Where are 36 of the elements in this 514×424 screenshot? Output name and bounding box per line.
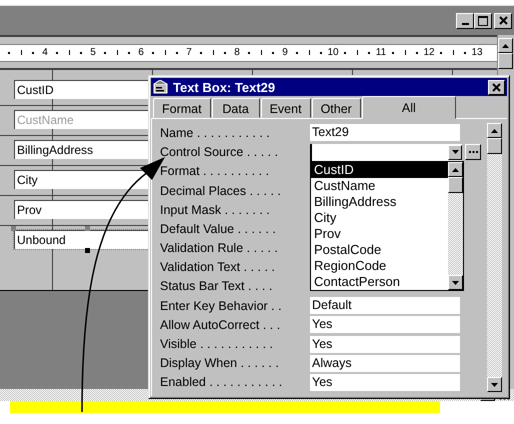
ruler-number: 4 bbox=[41, 47, 49, 58]
property-value[interactable]: Yes bbox=[310, 374, 460, 391]
tab[interactable]: All bbox=[362, 96, 456, 120]
dropdown-option[interactable]: PostalCode bbox=[311, 242, 448, 258]
property-value[interactable]: Yes bbox=[310, 336, 460, 353]
ruler-number: 7 bbox=[185, 47, 193, 58]
ruler-number: 9 bbox=[281, 47, 289, 58]
dropdown-option[interactable]: CustID bbox=[311, 162, 448, 178]
property-value[interactable]: Yes bbox=[310, 316, 460, 334]
ruler-number: 10 bbox=[327, 47, 339, 58]
property-label: Validation Text . . . . . bbox=[160, 260, 276, 274]
tab[interactable]: Other bbox=[312, 98, 361, 118]
property-value[interactable]: Text29 bbox=[310, 124, 460, 142]
ruler-number: 12 bbox=[423, 47, 435, 58]
dropdown-option[interactable]: City bbox=[311, 210, 448, 226]
dropdown-option[interactable]: ContactPerson bbox=[311, 274, 448, 290]
property-value[interactable]: Default bbox=[310, 297, 460, 314]
property-label: Enabled . . . . . . . . . . . bbox=[160, 375, 284, 390]
ruler-number: 8 bbox=[233, 47, 241, 58]
tab[interactable]: Format bbox=[153, 98, 211, 118]
property-label: Visible . . . . . . . . . . . bbox=[160, 337, 274, 352]
dropdown-option[interactable]: BillingAddress bbox=[311, 194, 448, 210]
ruler-number: 5 bbox=[89, 47, 97, 58]
tab[interactable]: Event bbox=[260, 98, 311, 118]
property-label: Status Bar Text . . . . bbox=[160, 279, 274, 294]
ruler-number: 11 bbox=[375, 47, 387, 58]
ruler-number: 6 bbox=[137, 47, 145, 58]
property-label: Enter Key Behavior . . bbox=[160, 298, 283, 313]
property-label: Allow AutoCorrect . . . bbox=[160, 318, 282, 332]
property-label: Display When . . . . . . bbox=[160, 356, 280, 370]
dropdown-option[interactable]: CustName bbox=[311, 178, 448, 194]
tab[interactable]: Data bbox=[212, 98, 260, 118]
dropdown-option[interactable]: Prov bbox=[311, 226, 448, 242]
dropdown-option[interactable]: RegionCode bbox=[311, 258, 448, 274]
property-value[interactable]: Always bbox=[310, 354, 460, 372]
ruler-number: 13 bbox=[471, 47, 483, 58]
